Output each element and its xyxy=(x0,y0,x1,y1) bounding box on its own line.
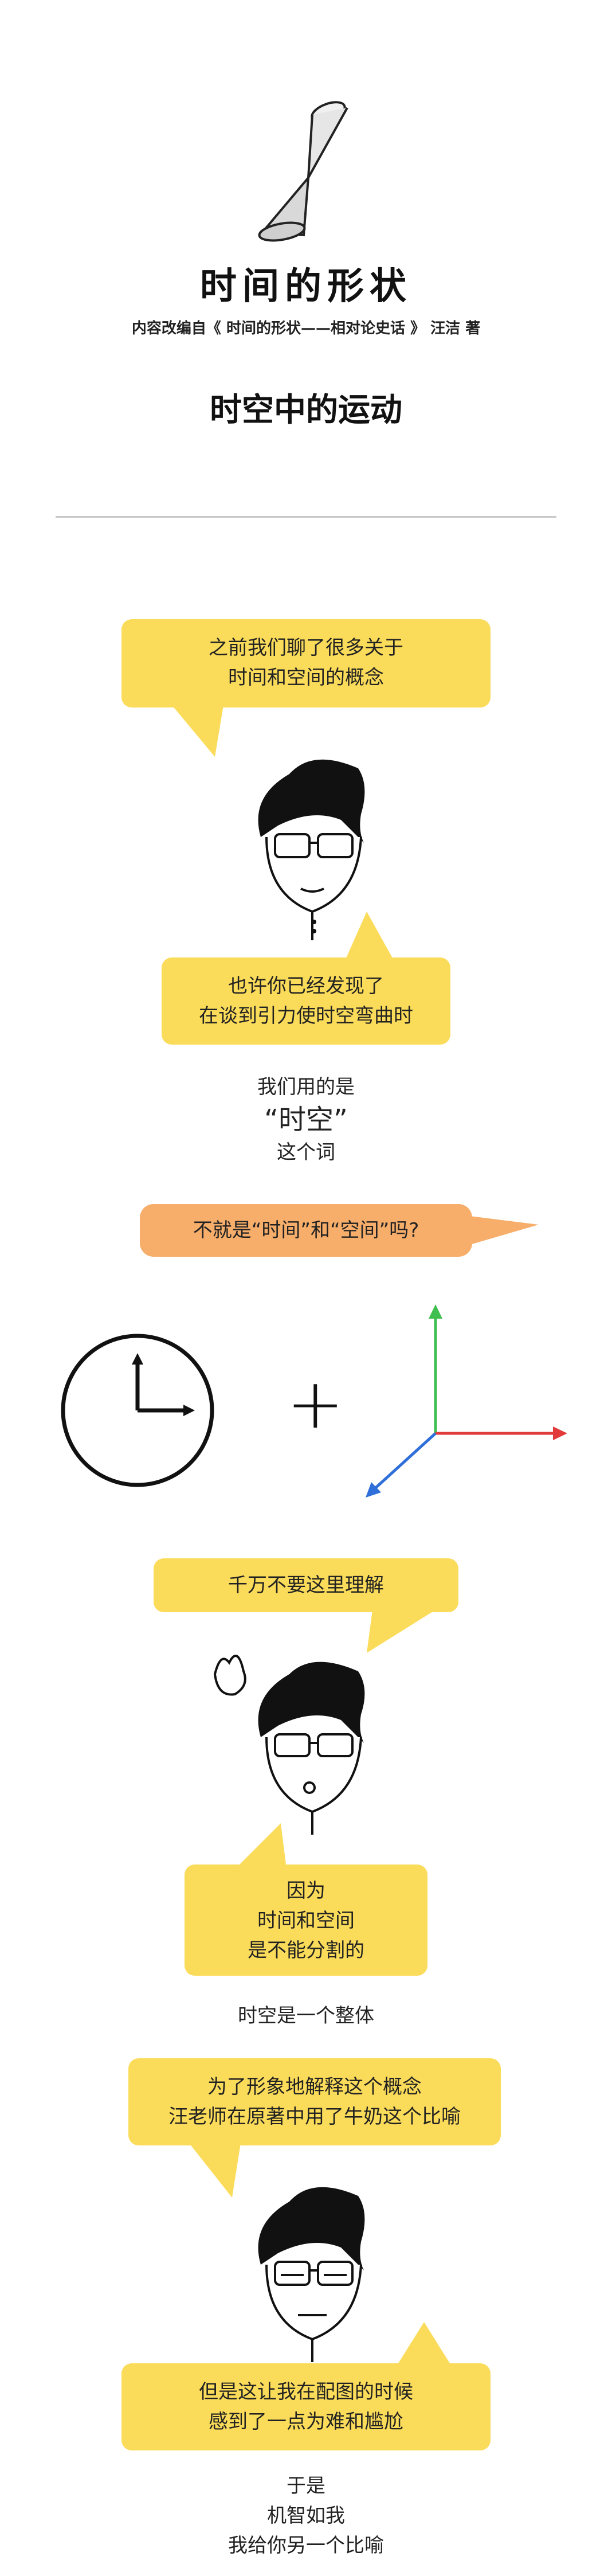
narration-line: 这个词 xyxy=(277,1141,335,1164)
speech-bubble-3: 不就是“时间”和“空间”吗? xyxy=(140,1204,472,1257)
plus-sign: + xyxy=(287,1365,344,1444)
axes-icon xyxy=(355,1301,573,1508)
speech-bubble-2: 也许你已经发现了 在谈到引力使时空弯曲时 xyxy=(162,957,450,1045)
bubble-line: 时间和空间 xyxy=(257,1909,355,1932)
hourglass-icon xyxy=(241,97,378,247)
speech-bubble-4: 千万不要这里理解 xyxy=(154,1558,458,1612)
bubble-line: 不就是“时间”和“空间”吗? xyxy=(193,1219,419,1242)
bubble-line: 为了形象地解释这个概念 xyxy=(207,2075,422,2098)
bubble-line: 也许你已经发现了 xyxy=(228,975,384,998)
divider xyxy=(56,516,556,518)
character-avatar xyxy=(226,2179,398,2362)
clock-icon xyxy=(57,1330,218,1491)
bubble-line: 感到了一点为难和尴尬 xyxy=(209,2410,403,2433)
bubble-line: 因为 xyxy=(287,1879,325,1902)
narration-line: 于是 xyxy=(287,2475,325,2497)
page-title: 时间的形状 xyxy=(200,265,412,308)
section-title: 时空中的运动 xyxy=(210,392,402,429)
narration-3: 于是 机智如我 我给你另一个比喻 xyxy=(0,2471,612,2561)
narration-line-emphasis: “时空” xyxy=(264,1104,348,1136)
bubble-line: 之前我们聊了很多关于 xyxy=(209,636,403,659)
bubble-line: 汪老师在原著中用了牛奶这个比喻 xyxy=(168,2105,461,2128)
page-subtitle: 内容改编自《 时间的形状——相对论史话 》 汪洁 著 xyxy=(131,320,481,337)
bubble-line: 时间和空间的概念 xyxy=(228,666,384,689)
narration-line: 我们用的是 xyxy=(257,1076,355,1099)
speech-bubble-7: 但是这让我在配图的时候 感到了一点为难和尴尬 xyxy=(121,2363,491,2450)
narration-1: 我们用的是 “时空” 这个词 xyxy=(0,1072,612,1167)
bubble-line: 在谈到引力使时空弯曲时 xyxy=(199,1004,413,1027)
bubble-tail xyxy=(470,1213,539,1250)
narration-line: 我给你另一个比喻 xyxy=(228,2534,384,2557)
bubble-line: 是不能分割的 xyxy=(248,1939,364,1962)
narration-2: 时空是一个整体 xyxy=(238,2004,374,2027)
bubble-line: 但是这让我在配图的时候 xyxy=(199,2380,413,2403)
speech-bubble-1: 之前我们聊了很多关于 时间和空间的概念 xyxy=(121,619,491,707)
speech-bubble-6: 为了形象地解释这个概念 汪老师在原著中用了牛奶这个比喻 xyxy=(128,2058,501,2145)
bubble-line: 千万不要这里理解 xyxy=(228,1574,384,1597)
speech-bubble-5: 因为 时间和空间 是不能分割的 xyxy=(185,1864,427,1976)
narration-line: 机智如我 xyxy=(267,2504,345,2527)
character-avatar xyxy=(203,1640,398,1835)
bubble-tail xyxy=(172,705,229,765)
